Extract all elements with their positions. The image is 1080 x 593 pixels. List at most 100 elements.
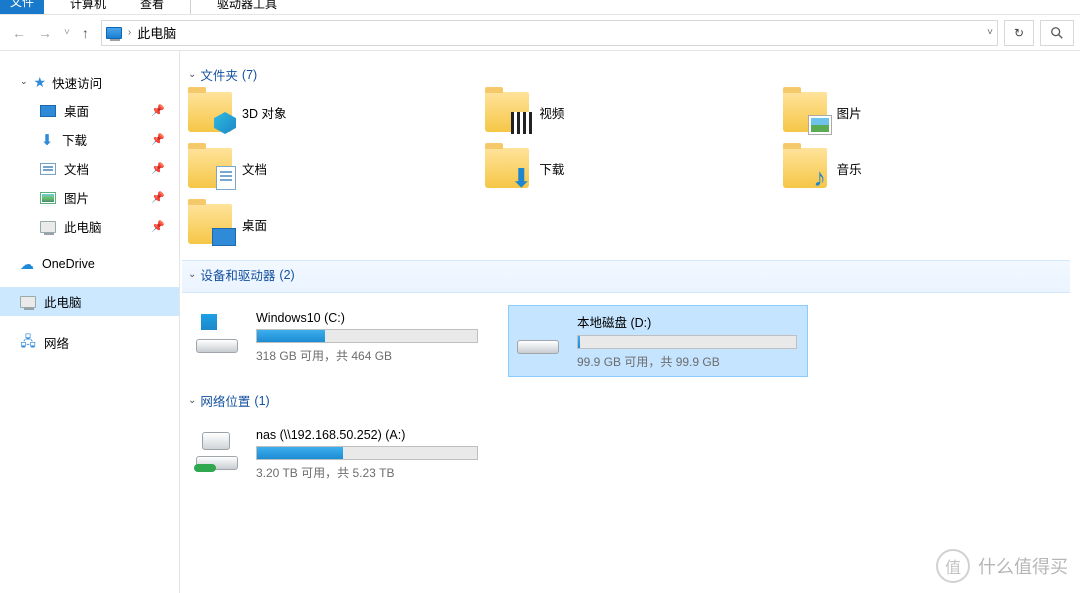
chevron-down-icon: ⌄ [188,395,196,406]
drive-capacity-text: 3.20 TB 可用，共 5.23 TB [256,464,478,481]
drives-row: Windows10 (C:) 318 GB 可用，共 464 GB 本地磁盘 (… [182,299,1070,387]
address-dropdown-icon[interactable]: ˅ [987,27,993,38]
back-button[interactable]: ← [12,25,26,41]
section-title: 文件夹 [200,65,238,84]
folder-icon [188,148,232,188]
sidebar-item-downloads[interactable]: ⬇ 下载 📌 [18,125,179,154]
tab-view[interactable]: 查看 [132,0,172,14]
section-title: 设备和驱动器 [200,265,275,284]
sidebar-item-documents[interactable]: 文档 📌 [18,154,179,183]
document-icon [40,163,56,175]
folder-label: 视频 [539,103,564,122]
folder-icon: ♪ [783,148,827,188]
section-header-folders[interactable]: ⌄ 文件夹 (7) [182,61,1070,90]
refresh-button[interactable]: ↻ [1004,20,1034,46]
folder-item[interactable]: 视频 [485,92,772,132]
folder-item[interactable]: 文档 [188,148,475,188]
pin-icon: 📌 [151,133,165,146]
content-pane: ⌄ 文件夹 (7) 3D 对象 视频 图片 文档 ⬇ 下载 ♪ 音乐 [180,51,1080,593]
section-count: (1) [254,394,269,408]
mus-overlay-icon: ♪ [809,166,831,190]
section-count: (7) [242,68,257,82]
address-location: 此电脑 [137,23,176,42]
drive-item[interactable]: nas (\\192.168.50.252) (A:) 3.20 TB 可用，共… [188,422,488,487]
folder-item[interactable]: 图片 [783,92,1070,132]
network-icon: 🖧 [20,336,36,350]
drive-item[interactable]: 本地磁盘 (D:) 99.9 GB 可用，共 99.9 GB [508,305,808,377]
folder-item[interactable]: ♪ 音乐 [783,148,1070,188]
drive-name: 本地磁盘 (D:) [577,312,797,331]
chevron-down-icon: ⌄ [188,269,196,280]
pin-icon: 📌 [151,220,165,233]
folder-label: 3D 对象 [242,103,286,122]
sidebar-item-label: 此电脑 [64,217,102,236]
quick-access-label: 快速访问 [52,73,102,92]
quick-access-group[interactable]: ⌄ ★ 快速访问 [18,69,179,96]
download-icon: ⬇ [40,133,54,147]
doc-overlay-icon [216,166,236,190]
sidebar-item-thispc-pinned[interactable]: 此电脑 📌 [18,212,179,241]
vid-overlay-icon [511,112,533,134]
desk-overlay-icon [212,228,236,246]
sidebar-item-label: 此电脑 [44,292,82,311]
capacity-bar [256,446,478,460]
capacity-bar [577,335,797,349]
folder-item[interactable]: ⬇ 下载 [485,148,772,188]
folders-grid: 3D 对象 视频 图片 文档 ⬇ 下载 ♪ 音乐 桌面 [182,90,1070,260]
sidebar-item-label: 桌面 [64,101,89,120]
sidebar-item-label: 下载 [62,130,87,149]
drive-capacity-text: 99.9 GB 可用，共 99.9 GB [577,353,797,370]
sidebar-item-desktop[interactable]: 桌面 📌 [18,96,179,125]
recent-locations-dropdown[interactable]: ˅ [64,27,70,38]
sidebar-item-network[interactable]: 🖧 网络 [0,328,179,357]
sidebar-item-thispc[interactable]: 此电脑 [0,287,179,316]
tab-computer[interactable]: 计算机 [62,0,114,14]
address-bar[interactable]: › 此电脑 ˅ [101,20,998,46]
chevron-down-icon: ⌄ [188,69,196,80]
folder-icon [485,92,529,132]
folder-icon [783,92,827,132]
capacity-bar [256,329,478,343]
section-header-netloc[interactable]: ⌄ 网络位置 (1) [182,387,1070,416]
forward-button[interactable]: → [38,25,52,41]
tab-file[interactable]: 文件 [0,0,44,14]
onedrive-group[interactable]: ☁ OneDrive [18,253,179,275]
sidebar-item-pictures[interactable]: 图片 📌 [18,183,179,212]
nav-arrows: ← → ˅ ↑ [6,25,95,41]
section-header-devices[interactable]: ⌄ 设备和驱动器 (2) [182,261,1070,290]
this-pc-icon [106,27,122,39]
chevron-down-icon: ⌄ [20,76,28,87]
ribbon-tabs: 文件 计算机 查看 驱动器工具 [0,0,1080,15]
sidebar-item-label: 图片 [64,188,89,207]
onedrive-label: OneDrive [42,257,95,271]
search-button[interactable] [1040,20,1074,46]
navigation-pane: ⌄ ★ 快速访问 桌面 📌 ⬇ 下载 📌 文档 📌 图片 [0,51,180,593]
drive-icon [192,311,242,353]
pc-icon [20,296,36,308]
up-button[interactable]: ↑ [82,25,89,41]
network-drives-row: nas (\\192.168.50.252) (A:) 3.20 TB 可用，共… [182,416,1070,497]
folder-label: 桌面 [242,215,267,234]
drive-icon [513,312,563,354]
star-icon: ★ [34,74,47,91]
pc-icon [40,221,56,233]
tab-drive-tools[interactable]: 驱动器工具 [209,0,285,14]
pin-icon: 📌 [151,191,165,204]
search-icon [1050,26,1064,40]
desktop-icon [40,105,56,117]
folder-item[interactable]: 桌面 [188,204,475,244]
drive-name: nas (\\192.168.50.252) (A:) [256,428,478,442]
navigation-bar: ← → ˅ ↑ › 此电脑 ˅ ↻ [0,15,1080,51]
section-count: (2) [279,268,294,282]
drive-name: Windows10 (C:) [256,311,478,325]
drive-icon [192,428,242,470]
drive-capacity-text: 318 GB 可用，共 464 GB [256,347,478,364]
drive-item[interactable]: Windows10 (C:) 318 GB 可用，共 464 GB [188,305,488,377]
dl-overlay-icon: ⬇ [509,166,533,190]
pin-icon: 📌 [151,162,165,175]
sidebar-item-label: 文档 [64,159,89,178]
folder-label: 图片 [837,103,862,122]
folder-label: 下载 [539,159,564,178]
sidebar-item-label: 网络 [44,333,69,352]
folder-item[interactable]: 3D 对象 [188,92,475,132]
